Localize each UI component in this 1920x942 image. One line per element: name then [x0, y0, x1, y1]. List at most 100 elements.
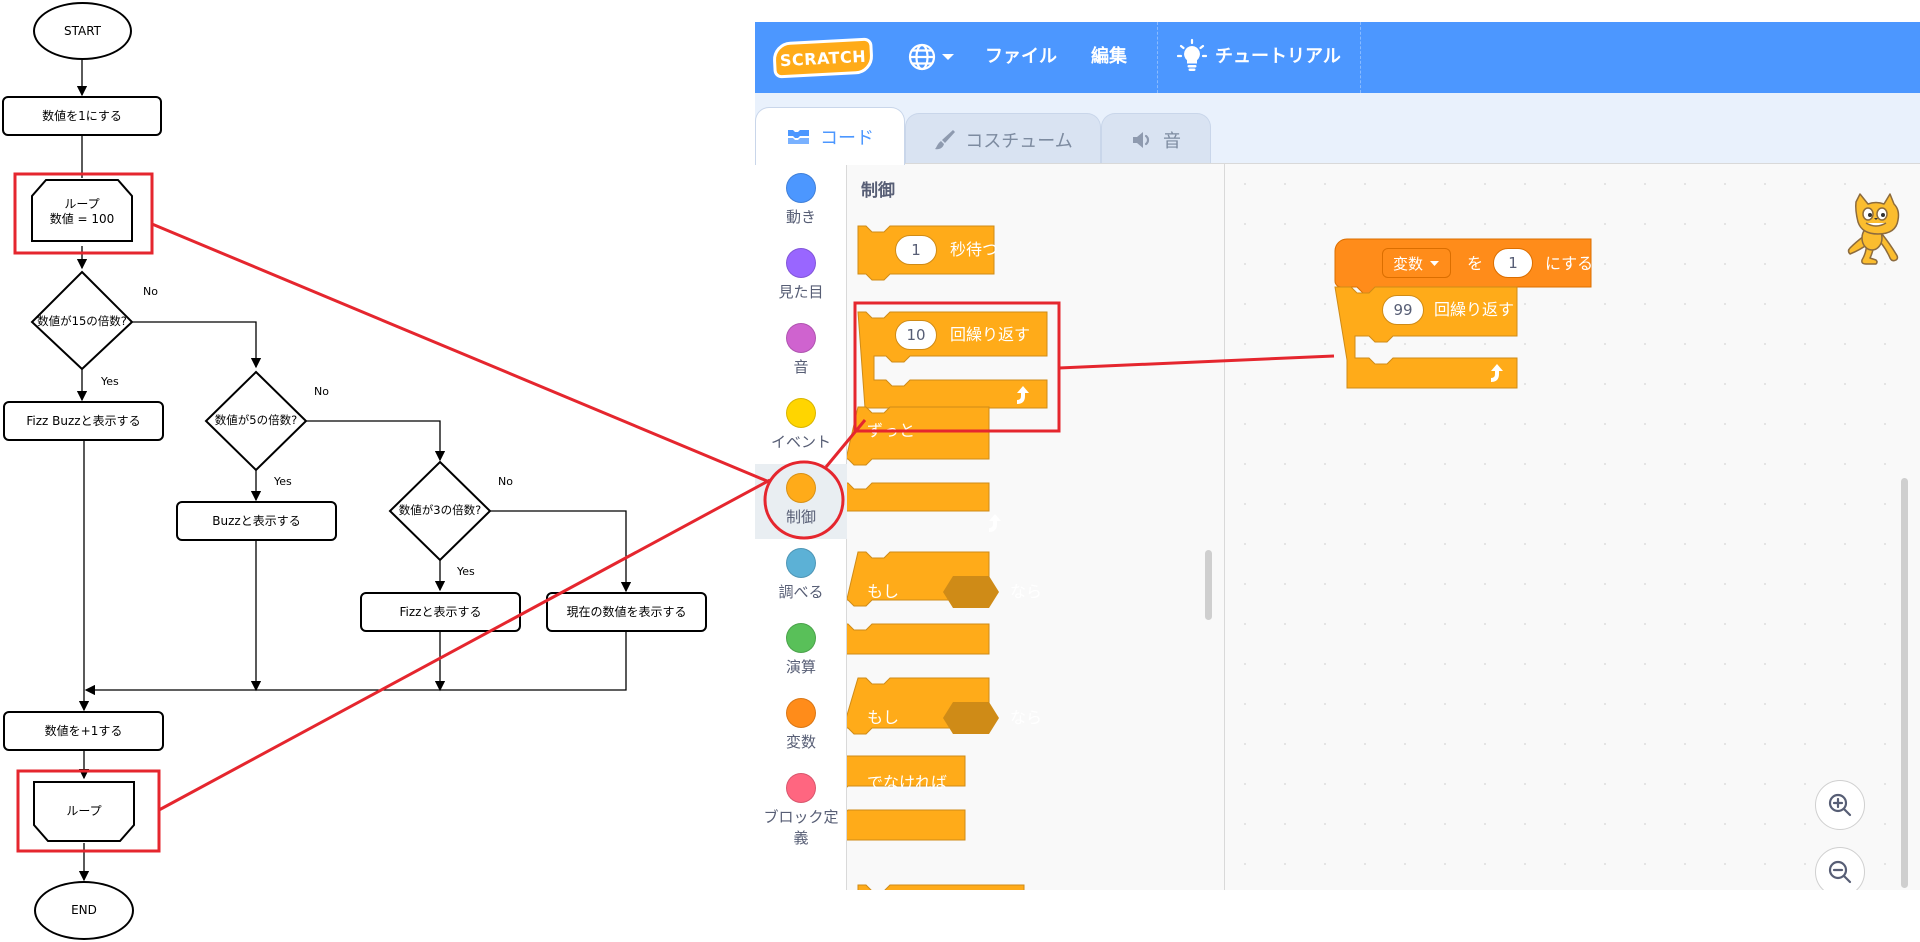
- wait-label: 秒待つ: [950, 240, 999, 259]
- number-node: 現在の数値を表示する: [546, 592, 707, 632]
- zoom-in-button[interactable]: [1815, 780, 1865, 830]
- tab-code-label: コード: [820, 127, 874, 149]
- palette-scrollbar[interactable]: [1205, 550, 1212, 620]
- scratch-editor: SCRATCH ファイル 編集 チュートリアル コード コスチューム 音 動き …: [755, 22, 1920, 890]
- fizzbuzz-node: Fizz Buzzと表示する: [3, 401, 164, 441]
- init-node: 数値を1にする: [2, 96, 162, 136]
- decision-3-shape: [388, 460, 492, 562]
- variable-dropdown[interactable]: 変数: [1382, 248, 1452, 278]
- zoom-in-icon: [1828, 793, 1852, 817]
- zoom-out-button[interactable]: [1815, 847, 1865, 890]
- scratch-logo[interactable]: SCRATCH: [772, 37, 874, 79]
- start-node: START: [33, 2, 132, 60]
- category-sound[interactable]: 音: [755, 314, 847, 389]
- decision-5-yes-label: Yes: [274, 475, 292, 488]
- forever-label: ずっと: [867, 421, 916, 440]
- category-sensing-label: 調べる: [778, 583, 824, 601]
- palette-repeat-input[interactable]: 10: [895, 320, 937, 350]
- decision-5-no-label: No: [314, 385, 329, 398]
- menu-tutorial[interactable]: チュートリアル: [1177, 38, 1341, 72]
- category-looks[interactable]: 見た目: [755, 239, 847, 314]
- fizz-node: Fizzと表示する: [360, 592, 521, 632]
- category-sensing[interactable]: 調べる: [755, 539, 847, 614]
- category-motion-dot: [786, 173, 816, 203]
- editor-tabs: コード コスチューム 音: [755, 93, 1920, 165]
- code-area[interactable]: 変数 を 1 にする 99 回繰り返す: [1225, 164, 1920, 890]
- category-events-label: イベント: [770, 433, 831, 451]
- wait-input[interactable]: 1: [895, 235, 937, 265]
- lightbulb-icon: [1177, 38, 1207, 71]
- buzz-node: Buzzと表示する: [176, 501, 337, 541]
- block-palette: 制御 1 秒待つ 10 回繰り返す ずっと もし なら もし なら でなければ: [847, 164, 1225, 890]
- category-sound-label: 音: [793, 358, 809, 376]
- next-block-shape: [857, 884, 1025, 890]
- category-my-blocks-dot: [786, 773, 816, 803]
- if-condition-slot: [943, 576, 999, 608]
- increment-node: 数値を+1する: [3, 711, 164, 751]
- category-events[interactable]: イベント: [755, 389, 847, 464]
- category-control[interactable]: 制御: [755, 464, 847, 539]
- sprite-preview[interactable]: [1840, 192, 1904, 274]
- forever-loop-arrow-icon: [989, 514, 1001, 532]
- category-my-blocks[interactable]: ブロック定義: [755, 764, 847, 854]
- category-variables[interactable]: 変数: [755, 689, 847, 764]
- category-variables-dot: [786, 698, 816, 728]
- tab-sound-label: 音: [1163, 130, 1181, 152]
- flowchart: START 数値を1にする ループ 数値 = 100 数値が15の倍数? 数値が…: [0, 0, 720, 942]
- category-events-dot: [786, 398, 816, 428]
- tab-costume[interactable]: コスチューム: [905, 113, 1101, 165]
- language-menu[interactable]: [907, 42, 955, 72]
- decision-3-no-label: No: [498, 475, 513, 488]
- if-label: もし: [867, 582, 900, 601]
- category-control-dot: [786, 473, 816, 503]
- category-variables-label: 変数: [785, 733, 816, 751]
- menu-tutorial-label: チュートリアル: [1215, 46, 1341, 67]
- menu-file[interactable]: ファイル: [985, 42, 1057, 68]
- end-node: END: [34, 881, 134, 940]
- decision-5-shape: [204, 370, 308, 472]
- set-variable-value-input[interactable]: 1: [1493, 248, 1533, 278]
- decision-15-no-label: No: [143, 285, 158, 298]
- decision-15-yes-label: Yes: [101, 375, 119, 388]
- flowchart-connectors: [30, 60, 632, 882]
- code-icon: [788, 129, 809, 144]
- loop-end-shape: [33, 781, 135, 842]
- category-sensing-dot: [786, 548, 816, 578]
- category-operators-dot: [786, 623, 816, 653]
- globe-icon: [908, 43, 936, 71]
- set-variable-to-label: を: [1467, 254, 1484, 273]
- category-menu: 動き 見た目 音 イベント 制御 調べる 演算 変数 ブロック定義: [755, 164, 847, 890]
- tab-sound[interactable]: 音: [1101, 113, 1211, 165]
- code-area-scrollbar[interactable]: [1901, 478, 1908, 888]
- if-else-condition-slot: [943, 702, 999, 734]
- tab-costume-label: コスチューム: [965, 130, 1073, 152]
- category-control-label: 制御: [785, 508, 816, 526]
- script-repeat-label: 回繰り返す: [1434, 300, 1515, 319]
- loop-start-shape: [31, 179, 133, 242]
- else-label: でなければ: [867, 773, 948, 792]
- set-variable-suffix-label: にする: [1545, 254, 1594, 273]
- menu-edit[interactable]: 編集: [1091, 42, 1127, 68]
- tab-code[interactable]: コード: [755, 107, 905, 165]
- menu-divider: [1157, 22, 1158, 93]
- variable-dropdown-label: 変数: [1393, 254, 1424, 273]
- brush-icon: [935, 129, 956, 149]
- decision-15-shape: [30, 270, 134, 371]
- category-motion-label: 動き: [785, 208, 816, 226]
- category-operators-label: 演算: [785, 658, 816, 676]
- caret-down-icon: [942, 54, 954, 60]
- menu-bar: SCRATCH ファイル 編集 チュートリアル: [755, 22, 1920, 93]
- category-sound-dot: [786, 323, 816, 353]
- dropdown-arrow-icon: [1430, 260, 1440, 266]
- category-motion[interactable]: 動き: [755, 164, 847, 239]
- category-looks-label: 見た目: [778, 283, 824, 301]
- zoom-out-icon: [1828, 860, 1852, 884]
- script-repeat-input[interactable]: 99: [1382, 295, 1424, 325]
- workspace: 動き 見た目 音 イベント 制御 調べる 演算 変数 ブロック定義 制御 1 秒…: [755, 163, 1920, 890]
- speaker-icon: [1133, 131, 1150, 148]
- category-looks-dot: [786, 248, 816, 278]
- if-else-then-label: なら: [1010, 708, 1043, 727]
- if-else-if-label: もし: [867, 708, 900, 727]
- category-operators[interactable]: 演算: [755, 614, 847, 689]
- scratch-cat-icon: [1847, 193, 1900, 265]
